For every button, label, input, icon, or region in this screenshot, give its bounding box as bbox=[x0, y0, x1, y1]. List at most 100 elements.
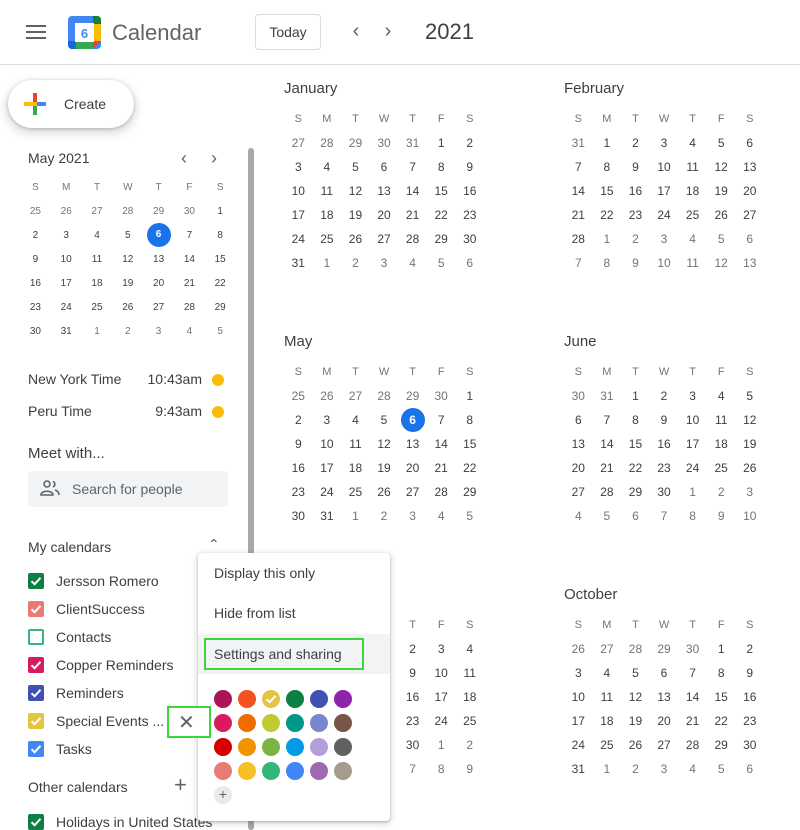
month-day[interactable]: 22 bbox=[455, 461, 484, 475]
month-day[interactable]: 25 bbox=[284, 389, 313, 403]
month-day[interactable]: 14 bbox=[427, 437, 456, 451]
month-day[interactable]: 5 bbox=[427, 256, 456, 270]
month-day[interactable]: 27 bbox=[564, 485, 593, 499]
month-day[interactable]: 17 bbox=[678, 437, 707, 451]
month-day[interactable]: 16 bbox=[455, 184, 484, 198]
mini-day[interactable]: 1 bbox=[82, 326, 113, 337]
mini-day[interactable]: 16 bbox=[20, 278, 51, 289]
month-day[interactable]: 3 bbox=[564, 666, 593, 680]
month-day[interactable]: 3 bbox=[313, 413, 342, 427]
month-day[interactable]: 8 bbox=[593, 256, 622, 270]
month-day[interactable]: 5 bbox=[370, 413, 399, 427]
month-day[interactable]: 28 bbox=[564, 232, 593, 246]
month-day[interactable]: 6 bbox=[735, 136, 764, 150]
month-day[interactable]: 26 bbox=[621, 738, 650, 752]
month-day[interactable]: 9 bbox=[398, 666, 427, 680]
month-day[interactable]: 28 bbox=[621, 642, 650, 656]
month-day[interactable]: 5 bbox=[707, 136, 736, 150]
month-day[interactable]: 3 bbox=[678, 389, 707, 403]
month-day[interactable]: 25 bbox=[341, 485, 370, 499]
calendar-checkbox[interactable] bbox=[28, 601, 44, 617]
month-day[interactable]: 23 bbox=[455, 208, 484, 222]
main-menu-icon[interactable] bbox=[26, 25, 46, 39]
month-day[interactable]: 1 bbox=[621, 389, 650, 403]
month-day[interactable]: 1 bbox=[341, 509, 370, 523]
month-day[interactable]: 26 bbox=[313, 389, 342, 403]
month-day[interactable]: 18 bbox=[313, 208, 342, 222]
month-day[interactable]: 18 bbox=[678, 184, 707, 198]
month-day[interactable]: 30 bbox=[398, 738, 427, 752]
create-button[interactable]: Create bbox=[8, 80, 134, 128]
color-swatch[interactable] bbox=[286, 762, 304, 780]
month-day[interactable]: 27 bbox=[593, 642, 622, 656]
color-swatch[interactable] bbox=[286, 690, 304, 708]
add-calendar-icon[interactable]: + bbox=[174, 772, 187, 798]
mini-day[interactable]: 27 bbox=[82, 206, 113, 217]
month-day[interactable]: 2 bbox=[455, 136, 484, 150]
month-day[interactable]: 4 bbox=[593, 666, 622, 680]
color-swatch[interactable] bbox=[262, 690, 280, 708]
calendar-item[interactable]: Contacts bbox=[28, 625, 218, 649]
month-day[interactable]: 24 bbox=[427, 714, 456, 728]
month-day[interactable]: 1 bbox=[455, 389, 484, 403]
month-day[interactable]: 1 bbox=[593, 232, 622, 246]
month-day[interactable]: 3 bbox=[398, 509, 427, 523]
month-day[interactable]: 9 bbox=[650, 413, 679, 427]
color-swatch[interactable] bbox=[262, 738, 280, 756]
month-day[interactable]: 10 bbox=[284, 184, 313, 198]
month-day[interactable]: 30 bbox=[284, 509, 313, 523]
month-day[interactable]: 27 bbox=[370, 232, 399, 246]
calendar-item[interactable]: Tasks bbox=[28, 737, 218, 761]
month-day[interactable]: 27 bbox=[284, 136, 313, 150]
month-day[interactable]: 9 bbox=[735, 666, 764, 680]
today-button[interactable]: Today bbox=[255, 14, 321, 50]
month-day[interactable]: 11 bbox=[455, 666, 484, 680]
month-day[interactable]: 24 bbox=[650, 208, 679, 222]
mini-day[interactable]: 10 bbox=[51, 254, 82, 265]
month-day[interactable]: 1 bbox=[707, 642, 736, 656]
month-day[interactable]: 26 bbox=[341, 232, 370, 246]
month-day[interactable]: 13 bbox=[370, 184, 399, 198]
month-day[interactable]: 7 bbox=[564, 160, 593, 174]
month-day[interactable]: 12 bbox=[341, 184, 370, 198]
month-day[interactable]: 15 bbox=[621, 437, 650, 451]
month-day[interactable]: 5 bbox=[735, 389, 764, 403]
calendar-item[interactable]: Reminders bbox=[28, 681, 218, 705]
month-day[interactable]: 18 bbox=[707, 437, 736, 451]
month-day[interactable]: 29 bbox=[427, 232, 456, 246]
month-day[interactable]: 19 bbox=[621, 714, 650, 728]
month-day[interactable]: 24 bbox=[564, 738, 593, 752]
month-day[interactable]: 20 bbox=[735, 184, 764, 198]
month-day[interactable]: 16 bbox=[284, 461, 313, 475]
month-day[interactable]: 7 bbox=[564, 256, 593, 270]
month-day[interactable]: 2 bbox=[621, 136, 650, 150]
calendar-item[interactable]: Jersson Romero bbox=[28, 569, 218, 593]
mini-day[interactable]: 8 bbox=[205, 230, 236, 241]
month-day[interactable]: 23 bbox=[650, 461, 679, 475]
month-day[interactable]: 4 bbox=[398, 256, 427, 270]
month-day[interactable]: 6 bbox=[564, 413, 593, 427]
mini-day[interactable]: 26 bbox=[51, 206, 82, 217]
month-day[interactable]: 28 bbox=[678, 738, 707, 752]
month-day[interactable]: 25 bbox=[593, 738, 622, 752]
month-day[interactable]: 17 bbox=[650, 184, 679, 198]
month-day[interactable]: 26 bbox=[564, 642, 593, 656]
calendar-item[interactable]: ClientSuccess bbox=[28, 597, 218, 621]
month-day[interactable]: 13 bbox=[735, 256, 764, 270]
month-day[interactable]: 2 bbox=[650, 389, 679, 403]
month-day[interactable]: 9 bbox=[284, 437, 313, 451]
month-day[interactable]: 18 bbox=[455, 690, 484, 704]
month-day[interactable]: 26 bbox=[735, 461, 764, 475]
month-day[interactable]: 2 bbox=[284, 413, 313, 427]
chevron-up-icon[interactable]: ⌃ bbox=[208, 536, 220, 553]
mini-day[interactable]: 29 bbox=[143, 206, 174, 217]
month-day[interactable]: 22 bbox=[621, 461, 650, 475]
month-day[interactable]: 2 bbox=[621, 232, 650, 246]
mini-day[interactable]: 19 bbox=[112, 278, 143, 289]
mini-day[interactable]: 15 bbox=[205, 254, 236, 265]
month-day[interactable]: 13 bbox=[735, 160, 764, 174]
month-day[interactable]: 7 bbox=[398, 762, 427, 776]
month-day[interactable]: 11 bbox=[341, 437, 370, 451]
month-day[interactable]: 3 bbox=[284, 160, 313, 174]
month-day[interactable]: 30 bbox=[650, 485, 679, 499]
